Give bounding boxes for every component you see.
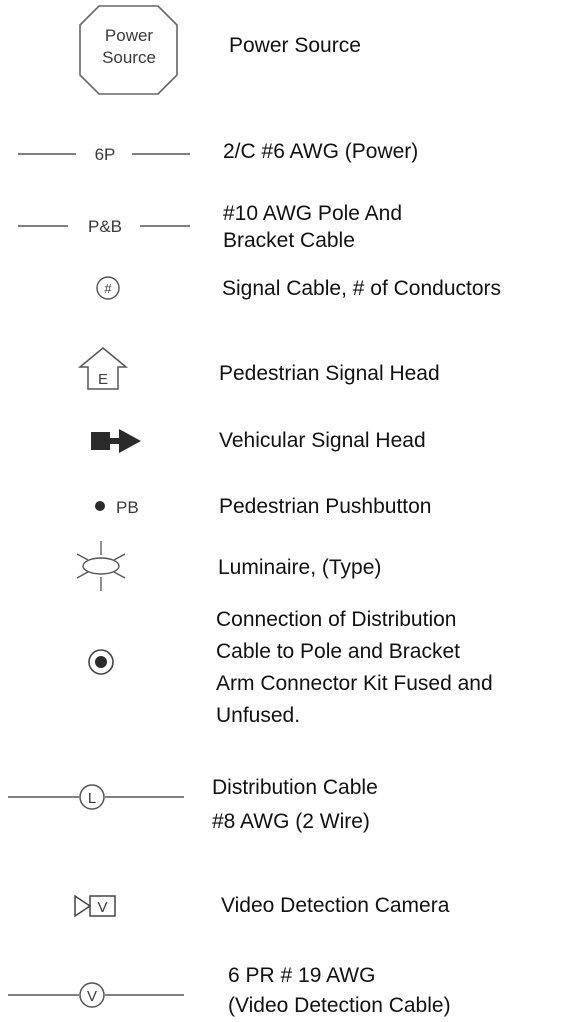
symbol-text-power: Power — [105, 26, 154, 45]
label-pedestrian-signal-head: Pedestrian Signal Head — [219, 362, 440, 385]
power-cable-symbol: 6P — [18, 140, 193, 166]
label-video-cable-line2: (Video Detection Cable) — [228, 994, 451, 1017]
dot-icon: PB — [95, 498, 139, 517]
pedestrian-signal-head-symbol: E — [76, 346, 130, 392]
label-video-cable-line1: 6 PR # 19 AWG — [228, 964, 376, 987]
video-cable-symbol: V — [8, 980, 186, 1010]
symbol-text-e: E — [98, 371, 108, 388]
symbol-text-v-cable: V — [87, 988, 97, 1005]
label-pedestrian-pushbutton: Pedestrian Pushbutton — [219, 495, 432, 518]
bullseye-icon — [88, 649, 114, 675]
luminaire-icon — [76, 541, 126, 591]
pushbutton-symbol: PB — [94, 494, 154, 520]
label-distribution-line2: #8 AWG (2 Wire) — [212, 810, 370, 833]
pole-bracket-cable-line-icon: P&B — [18, 217, 190, 236]
label-distribution-line1: Distribution Cable — [212, 776, 378, 799]
label-connection-line3: Arm Connector Kit Fused and — [216, 672, 493, 695]
label-pole-bracket-line1: #10 AWG Pole And — [223, 202, 403, 225]
distribution-cable-symbol: L — [8, 782, 186, 812]
luminaire-symbol — [74, 540, 130, 592]
symbol-text-6p: 6P — [95, 145, 116, 164]
circle-number-icon: # — [96, 276, 120, 300]
circle-letter-line-icon: V — [8, 982, 184, 1008]
label-video-camera: Video Detection Camera — [221, 894, 450, 917]
house-shape-icon: E — [77, 347, 129, 390]
symbol-text-pb-button: PB — [116, 498, 139, 517]
symbol-legend: Power Source Power Source 6P 2/C #6 AWG … — [0, 0, 565, 1022]
camera-icon: V — [74, 894, 116, 918]
label-luminaire: Luminaire, (Type) — [218, 556, 382, 579]
label-power-cable: 2/C #6 AWG (Power) — [223, 140, 419, 163]
symbol-text-v-camera: V — [97, 899, 107, 916]
video-camera-symbol: V — [74, 894, 120, 919]
symbol-text-hash: # — [104, 281, 112, 296]
power-cable-line-icon: 6P — [18, 145, 190, 164]
signal-cable-symbol: # — [94, 274, 122, 302]
octagon-icon: Power Source — [79, 5, 178, 95]
symbol-text-l: L — [88, 790, 96, 807]
label-power-source: Power Source — [229, 34, 361, 57]
symbol-text-pb: P&B — [88, 217, 122, 236]
label-connection-line2: Cable to Pole and Bracket — [216, 640, 460, 663]
vehicular-signal-head-symbol — [90, 427, 144, 455]
label-vehicular-signal-head: Vehicular Signal Head — [219, 429, 426, 452]
vehicular-signal-icon — [91, 429, 141, 453]
label-pole-bracket-line2: Bracket Cable — [223, 229, 355, 252]
symbol-text-source: Source — [102, 48, 156, 67]
power-source-symbol: Power Source — [79, 5, 179, 95]
circle-letter-line-icon: L — [8, 784, 184, 810]
label-signal-cable: Signal Cable, # of Conductors — [222, 277, 501, 300]
label-connection-line1: Connection of Distribution — [216, 608, 457, 631]
label-connection-line4: Unfused. — [216, 704, 301, 727]
pole-bracket-cable-symbol: P&B — [18, 213, 193, 239]
connection-kit-symbol — [86, 647, 118, 679]
